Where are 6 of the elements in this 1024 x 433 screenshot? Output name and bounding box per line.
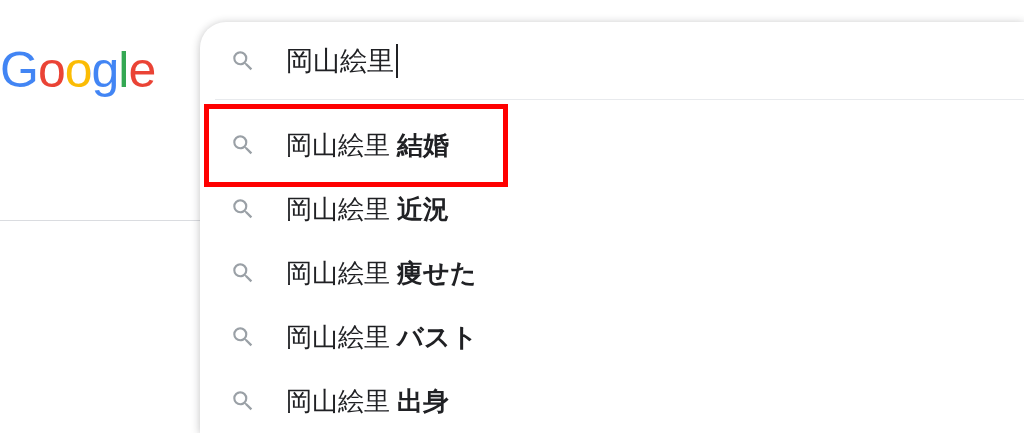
suggestion-item[interactable]: 岡山絵里 近況 bbox=[286, 187, 450, 231]
search-field[interactable]: 岡山絵里 bbox=[286, 40, 398, 81]
suggestion-item[interactable]: 岡山絵里 出身 bbox=[286, 379, 450, 423]
suggestion-item[interactable]: 岡山絵里 バスト bbox=[286, 315, 479, 359]
suggestion-item[interactable]: 岡山絵里 結婚 bbox=[204, 103, 509, 187]
suggestion-item[interactable]: 岡山絵里 痩せた bbox=[286, 251, 478, 295]
